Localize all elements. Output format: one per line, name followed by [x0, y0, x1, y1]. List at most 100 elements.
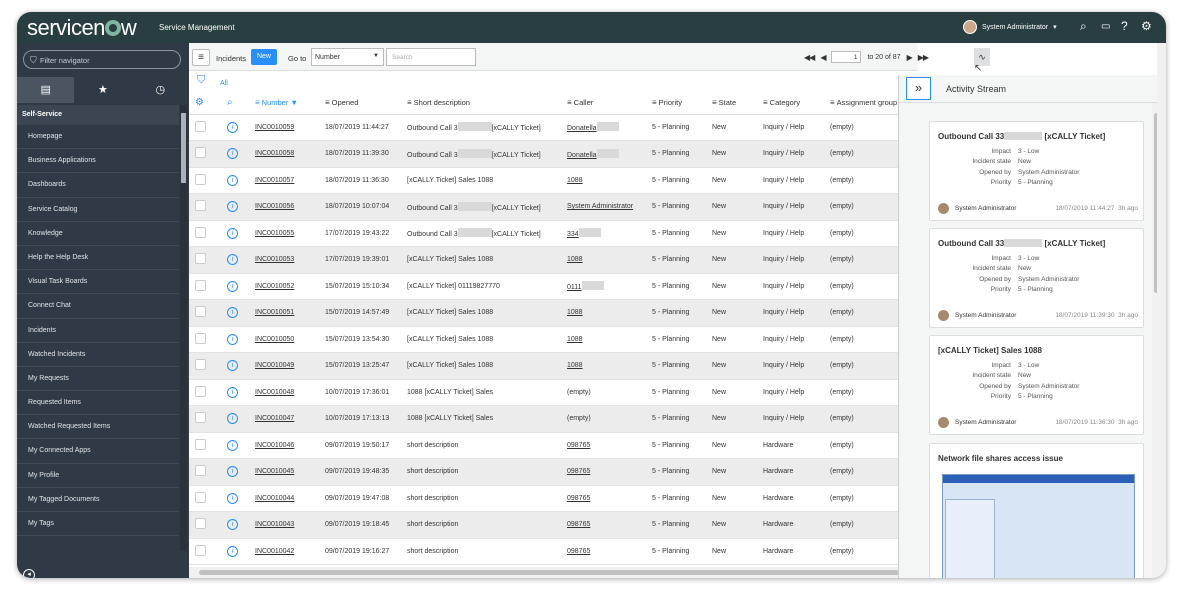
column-header-number[interactable]: ≡ Number ▼	[249, 92, 319, 115]
filter-icon[interactable]: ⛉	[197, 74, 205, 87]
info-icon[interactable]: i	[221, 299, 249, 327]
column-header-state[interactable]: ≡ State	[706, 92, 757, 115]
row-checkbox[interactable]	[189, 140, 221, 168]
breadcrumb-all[interactable]: All	[220, 80, 228, 87]
nav-item[interactable]: My Tags	[17, 512, 179, 537]
nav-item[interactable]: My Connected Apps	[17, 439, 179, 464]
row-checkbox[interactable]	[189, 273, 221, 300]
info-icon[interactable]: i	[221, 405, 249, 433]
table-row[interactable]: i INC0010057 18/07/2019 11:36:30 [xCALLY Ti…	[189, 167, 918, 194]
nav-item[interactable]: Watched Requested Items	[17, 415, 179, 440]
caller-cell[interactable]: System Administrator	[561, 193, 646, 221]
incident-number[interactable]: INC0010044	[249, 485, 319, 512]
search-icon[interactable]: ⌕	[1080, 19, 1087, 34]
table-row[interactable]: i INC0010042 09/07/2019 19:16:27 short desc…	[189, 538, 918, 565]
info-icon[interactable]: i	[221, 220, 249, 247]
incident-number[interactable]: INC0010051	[249, 299, 319, 327]
activity-card[interactable]: Outbound Call 33 [xCALLY Ticket] Impact 3 …	[929, 228, 1144, 328]
caller-cell[interactable]: 098765	[561, 538, 646, 565]
goto-field-select[interactable]: Number ▼	[311, 48, 384, 66]
caller-cell[interactable]: 1088	[561, 299, 646, 327]
incident-number[interactable]: INC0010045	[249, 458, 319, 486]
incident-number[interactable]: INC0010048	[249, 379, 319, 406]
table-row[interactable]: i INC0010051 15/07/2019 14:57:49 [xCALLY Ti…	[189, 299, 918, 327]
next-page-icon[interactable]: ▶	[907, 53, 913, 62]
incident-number[interactable]: INC0010049	[249, 352, 319, 380]
nav-item[interactable]: Incidents	[17, 319, 179, 343]
nav-item[interactable]: My Tagged Documents	[17, 488, 179, 512]
column-header-category[interactable]: ≡ Category	[757, 92, 824, 115]
search-column-icon[interactable]: ⌕	[221, 92, 249, 115]
new-button[interactable]: New	[251, 49, 277, 65]
table-row[interactable]: i INC0010050 15/07/2019 13:54:30 [xCALLY Ti…	[189, 326, 918, 353]
incident-number[interactable]: INC0010046	[249, 432, 319, 459]
row-checkbox[interactable]	[189, 485, 221, 512]
previous-page-icon[interactable]: ◀	[820, 53, 826, 62]
activity-card[interactable]: [xCALLY Ticket] Sales 1088 Impact 3 - Low I…	[929, 335, 1144, 435]
column-header-priority[interactable]: ≡ Priority	[646, 92, 706, 115]
chat-icon[interactable]: ▭	[1101, 21, 1110, 32]
row-checkbox[interactable]	[189, 246, 221, 274]
nav-section-self-service[interactable]: Self-Service	[17, 105, 179, 125]
incident-number[interactable]: INC0010042	[249, 538, 319, 565]
row-checkbox[interactable]	[189, 220, 221, 247]
incident-number[interactable]: INC0010058	[249, 140, 319, 168]
nav-item[interactable]: Watched Incidents	[17, 343, 179, 367]
last-page-icon[interactable]: ▶▶	[918, 53, 929, 62]
table-row[interactable]: i INC0010059 18/07/2019 11:44:27 Outbound C…	[189, 114, 918, 141]
caller-cell[interactable]: 1088	[561, 352, 646, 380]
caller-cell[interactable]: 1088	[561, 326, 646, 353]
nav-item[interactable]: Visual Task Boards	[17, 270, 179, 295]
table-row[interactable]: i INC0010044 09/07/2019 19:47:08 short desc…	[189, 485, 918, 512]
caller-cell[interactable]: (empty)	[561, 405, 646, 433]
first-page-icon[interactable]: ◀◀	[804, 53, 815, 62]
info-icon[interactable]: i	[221, 114, 249, 141]
info-icon[interactable]: i	[221, 485, 249, 512]
row-checkbox[interactable]	[189, 458, 221, 486]
nav-item[interactable]: Dashboards	[17, 173, 179, 198]
column-header-caller[interactable]: ≡ Caller	[561, 92, 646, 115]
info-icon[interactable]: i	[221, 538, 249, 565]
row-checkbox[interactable]	[189, 167, 221, 194]
incident-number[interactable]: INC0010055	[249, 220, 319, 247]
caller-cell[interactable]: 1088	[561, 167, 646, 194]
table-row[interactable]: i INC0010058 18/07/2019 11:39:30 Outbound C…	[189, 140, 918, 168]
nav-item[interactable]: Business Applications	[17, 149, 179, 174]
table-row[interactable]: i INC0010043 09/07/2019 19:18:45 short desc…	[189, 511, 918, 539]
table-row[interactable]: i INC0010055 17/07/2019 19:43:22 Outbound C…	[189, 220, 918, 247]
caller-cell[interactable]: Donatella	[561, 114, 646, 141]
info-icon[interactable]: i	[221, 511, 249, 539]
row-checkbox[interactable]	[189, 511, 221, 539]
nav-item[interactable]: My Requests	[17, 367, 179, 392]
row-checkbox[interactable]	[189, 114, 221, 141]
horizontal-scrollbar[interactable]	[189, 567, 918, 578]
incident-number[interactable]: INC0010053	[249, 246, 319, 274]
column-settings-icon[interactable]: ⚙	[189, 92, 221, 115]
row-checkbox[interactable]	[189, 326, 221, 353]
table-row[interactable]: i INC0010048 10/07/2019 17:36:01 1088 [xCAL…	[189, 379, 918, 406]
activity-card[interactable]: Outbound Call 33 [xCALLY Ticket] Impact 3 …	[929, 121, 1144, 221]
incident-number[interactable]: INC0010057	[249, 167, 319, 194]
incident-number[interactable]: INC0010052	[249, 273, 319, 300]
row-checkbox[interactable]	[189, 405, 221, 433]
page-input[interactable]: 1	[831, 51, 862, 63]
column-header-short-description[interactable]: ≡ Short description	[401, 92, 561, 115]
tab-history[interactable]: ◷	[132, 77, 189, 103]
incident-number[interactable]: INC0010059	[249, 114, 319, 141]
incident-number[interactable]: INC0010056	[249, 193, 319, 221]
nav-item[interactable]: Connect Chat	[17, 294, 179, 319]
caller-cell[interactable]: Donatella	[561, 140, 646, 168]
table-row[interactable]: i INC0010053 17/07/2019 19:39:01 [xCALLY Ti…	[189, 246, 918, 274]
caller-cell[interactable]: 098765	[561, 432, 646, 459]
row-checkbox[interactable]	[189, 432, 221, 459]
table-row[interactable]: i INC0010052 15/07/2019 15:10:34 [xCALLY Ti…	[189, 273, 918, 300]
info-icon[interactable]: i	[221, 432, 249, 459]
caller-cell[interactable]: 1088	[561, 246, 646, 274]
activity-card[interactable]: Network file shares access issue	[929, 443, 1144, 578]
row-checkbox[interactable]	[189, 352, 221, 380]
gear-icon[interactable]: ⚙	[1141, 19, 1152, 33]
nav-item[interactable]: My Profile	[17, 464, 179, 488]
row-checkbox[interactable]	[189, 299, 221, 327]
row-checkbox[interactable]	[189, 379, 221, 406]
incident-number[interactable]: INC0010043	[249, 511, 319, 539]
